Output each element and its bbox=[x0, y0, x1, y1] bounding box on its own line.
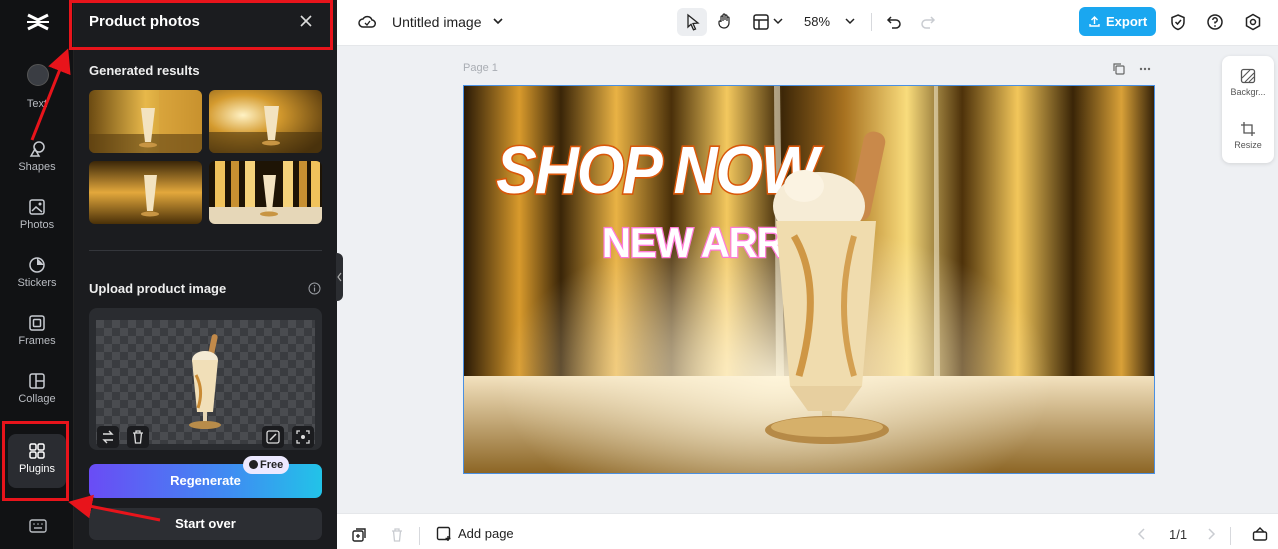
zoom-level[interactable]: 58% bbox=[804, 14, 830, 29]
photo-icon bbox=[29, 199, 45, 215]
generated-result-3[interactable] bbox=[89, 161, 202, 224]
resize-tool-label: Resize bbox=[1234, 140, 1262, 150]
add-page-button[interactable]: Add page bbox=[458, 526, 514, 541]
highlight-panel-title bbox=[69, 0, 333, 50]
sticker-icon bbox=[29, 257, 45, 273]
shield-icon[interactable] bbox=[1169, 13, 1187, 31]
start-over-button[interactable]: Start over bbox=[89, 508, 322, 540]
rail-item-collage[interactable]: Collage bbox=[0, 372, 74, 422]
edit-image-button[interactable] bbox=[262, 426, 284, 448]
highlight-plugins bbox=[2, 421, 69, 501]
rail-item-label: Shapes bbox=[18, 161, 56, 173]
top-toolbar: Untitled image 58% Export bbox=[337, 0, 1278, 46]
export-button[interactable]: Export bbox=[1079, 7, 1156, 36]
design-image: SHOP NOW NEW ARRIVAL bbox=[464, 86, 1154, 473]
rail-item-stickers[interactable]: Stickers bbox=[0, 256, 74, 306]
clock-icon bbox=[249, 460, 258, 469]
edit-icon bbox=[266, 430, 280, 444]
frame-icon bbox=[29, 315, 45, 331]
layout-icon[interactable] bbox=[752, 13, 770, 31]
settings-icon[interactable] bbox=[1244, 13, 1262, 31]
generated-result-4[interactable] bbox=[209, 161, 322, 224]
background-tool-label: Backgr... bbox=[1230, 87, 1266, 97]
more-options-icon[interactable] bbox=[1138, 62, 1152, 76]
bottom-toolbar: Add page 1/1 bbox=[337, 513, 1278, 549]
right-tool-panel: Backgr... Resize bbox=[1222, 56, 1274, 163]
product-cutout-image bbox=[189, 334, 221, 429]
product-photos-panel: Product photos Generated results Upload … bbox=[74, 0, 337, 549]
trash-icon bbox=[133, 430, 143, 444]
cursor-icon bbox=[687, 13, 700, 31]
result-image-4 bbox=[209, 161, 322, 224]
chevron-left-icon[interactable] bbox=[1135, 527, 1149, 541]
swap-icon bbox=[102, 430, 114, 444]
undo-icon[interactable] bbox=[885, 13, 903, 31]
upload-product-label: Upload product image bbox=[89, 281, 227, 296]
toolbar-separator bbox=[871, 13, 872, 31]
rail-item-label: Stickers bbox=[17, 277, 57, 289]
background-icon bbox=[1240, 68, 1256, 84]
upload-icon bbox=[1089, 16, 1100, 27]
panel-collapse-handle[interactable] bbox=[336, 253, 343, 301]
chevron-left-icon bbox=[337, 272, 342, 282]
free-badge-label: Free bbox=[260, 459, 284, 471]
pages-panel-icon[interactable] bbox=[1252, 526, 1268, 542]
chevron-down-icon[interactable] bbox=[844, 15, 856, 27]
hand-icon[interactable] bbox=[716, 12, 734, 30]
result-image-3 bbox=[89, 161, 202, 224]
redo-icon[interactable] bbox=[919, 13, 937, 31]
scroll-indicator bbox=[27, 64, 49, 86]
capcut-logo[interactable] bbox=[24, 8, 52, 36]
crop-image-button[interactable] bbox=[292, 426, 314, 448]
help-icon[interactable] bbox=[1206, 13, 1224, 31]
free-badge: Free bbox=[243, 456, 290, 474]
headline-text: SHOP NOW bbox=[496, 132, 823, 208]
generated-result-2[interactable] bbox=[209, 90, 322, 153]
chevron-right-icon[interactable] bbox=[1204, 527, 1218, 541]
result-image-2 bbox=[209, 90, 322, 153]
document-title[interactable]: Untitled image bbox=[392, 14, 482, 30]
generated-results-label: Generated results bbox=[89, 63, 200, 78]
rail-item-shapes[interactable]: Shapes bbox=[0, 140, 74, 190]
rail-item-label: Collage bbox=[18, 393, 56, 405]
export-label: Export bbox=[1106, 14, 1148, 29]
duplicate-page-icon[interactable] bbox=[1112, 62, 1126, 76]
toolbar-separator bbox=[1230, 527, 1231, 545]
canvas-artboard[interactable]: SHOP NOW NEW ARRIVAL bbox=[463, 85, 1155, 474]
focus-icon bbox=[296, 430, 310, 444]
upload-preview-box[interactable] bbox=[89, 308, 322, 450]
replace-image-button[interactable] bbox=[97, 426, 119, 448]
select-tool-button[interactable] bbox=[677, 8, 707, 36]
generated-result-1[interactable] bbox=[89, 90, 202, 153]
add-page-icon[interactable] bbox=[436, 526, 452, 542]
shapes-icon bbox=[29, 141, 45, 157]
rail-item-label: Frames bbox=[18, 335, 56, 347]
rail-item-photos[interactable]: Photos bbox=[0, 198, 74, 248]
section-divider bbox=[89, 250, 322, 251]
rail-item-label: Text bbox=[26, 98, 48, 110]
rail-item-label: Photos bbox=[19, 219, 55, 231]
cloud-icon[interactable] bbox=[358, 13, 376, 31]
info-icon[interactable] bbox=[308, 282, 321, 295]
result-image-1 bbox=[89, 90, 202, 153]
trash-icon[interactable] bbox=[389, 527, 405, 543]
collage-icon bbox=[29, 373, 45, 389]
rail-item-frames[interactable]: Frames bbox=[0, 314, 74, 364]
keyboard-icon[interactable] bbox=[29, 518, 47, 534]
delete-image-button[interactable] bbox=[127, 426, 149, 448]
chevron-down-icon[interactable] bbox=[491, 14, 505, 28]
page-count: 1/1 bbox=[1169, 527, 1188, 542]
background-tool[interactable]: Backgr... bbox=[1222, 68, 1274, 97]
chevron-down-icon[interactable] bbox=[772, 15, 784, 27]
resize-icon bbox=[1241, 122, 1255, 136]
resize-tool[interactable]: Resize bbox=[1222, 121, 1274, 150]
add-element-icon[interactable] bbox=[351, 527, 367, 543]
page-label: Page 1 bbox=[463, 62, 498, 74]
toolbar-separator bbox=[419, 527, 420, 545]
